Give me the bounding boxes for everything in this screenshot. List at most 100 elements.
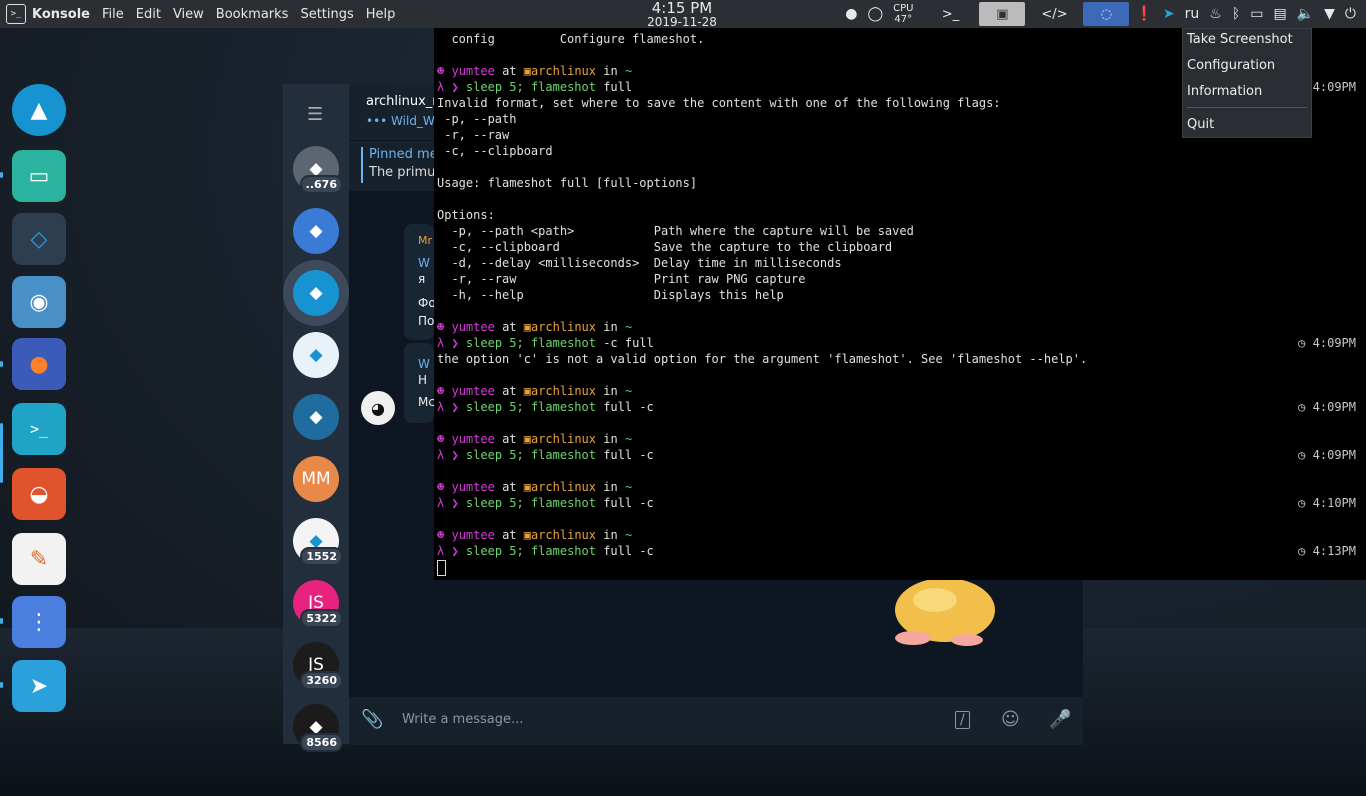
menu-information[interactable]: Information [1187, 84, 1262, 99]
cpu-monitor[interactable]: CPU 47° [893, 3, 913, 25]
prompt-host: archlinux [530, 64, 597, 78]
user-icon: ☻ [437, 320, 445, 334]
chat-list-item[interactable]: ◆ 1552 [293, 518, 343, 566]
command-time-value: 4:09PM [1312, 400, 1356, 414]
cmd-sleep: sleep 5; [465, 80, 531, 94]
prompt-user: yumtee [451, 384, 495, 398]
cmd-sleep: sleep 5; [465, 496, 531, 510]
clock[interactable]: 4:15 PM 2019-11-28 [620, 0, 744, 28]
message-input[interactable]: Write a message... [402, 712, 523, 727]
power-icon[interactable]: ⏻ [1345, 6, 1356, 22]
archive-icon[interactable]: ⋮ [12, 596, 66, 648]
cmd-flameshot: flameshot [530, 400, 596, 414]
menu-edit[interactable]: Edit [136, 7, 161, 22]
keyboard-layout[interactable]: ru [1185, 6, 1200, 22]
chat-list-item[interactable]: JS 3260 [293, 642, 343, 690]
terminal-cursor [437, 560, 446, 576]
notification-icon[interactable]: ❗ [1135, 6, 1152, 22]
prompt-dir: ~ [624, 320, 633, 334]
droplet-icon[interactable]: ● [845, 6, 857, 22]
chat-list-item[interactable]: ◆ [293, 332, 339, 378]
chat-list-item[interactable]: ◆ 8566 [293, 704, 343, 752]
user-icon: ☻ [437, 432, 445, 446]
bot-commands-icon[interactable]: / [955, 711, 970, 729]
firefox-icon[interactable]: ● [12, 338, 66, 390]
chat-list-item[interactable]: ◆ [293, 270, 339, 316]
task-code[interactable]: </> [1031, 2, 1077, 26]
prompt-in: in [603, 384, 618, 398]
chat-avatar-icon: ◆ [309, 345, 323, 365]
menu-bookmarks[interactable]: Bookmarks [216, 7, 289, 22]
menu-configuration[interactable]: Configuration [1187, 58, 1275, 73]
vscode-icon[interactable]: ◇ [12, 213, 66, 265]
shell-prompt: ☻ yumtee at ▣archlinux in ~ [437, 527, 632, 543]
output-line: Options: [437, 208, 495, 222]
shell-command: λ ❯ sleep 5; flameshot full -c [437, 399, 654, 415]
telegram-icon[interactable]: ➤ [12, 660, 66, 712]
terminal-icon[interactable]: >_ [12, 403, 66, 455]
chevron-down-icon[interactable]: ▼ [1324, 6, 1335, 22]
emoji-icon[interactable]: ☺ [1001, 709, 1020, 730]
arch-linux-icon[interactable]: ▲ [12, 84, 66, 136]
message-reply: W [418, 256, 430, 270]
chat-list-item[interactable]: ◆ ..676 [293, 146, 343, 194]
display-icon[interactable]: ▭ [1250, 6, 1263, 22]
lambda-prompt: λ ❯ [437, 400, 459, 414]
cmd-sleep: sleep 5; [465, 544, 531, 558]
attach-icon[interactable]: 📎 [361, 709, 383, 730]
menu-quit[interactable]: Quit [1187, 117, 1214, 132]
menu-help[interactable]: Help [366, 7, 396, 22]
telegram-tray-icon[interactable]: ➤ [1163, 6, 1175, 22]
shell-prompt: ☻ yumtee at ▣archlinux in ~ [437, 383, 632, 399]
telegram-alt-icon[interactable]: ◒ [12, 468, 66, 520]
prompt-dir: ~ [624, 64, 633, 78]
chat-list-item[interactable]: JS 5322 [293, 580, 343, 628]
cmd-sleep: sleep 5; [465, 336, 531, 350]
menu-settings[interactable]: Settings [300, 7, 353, 22]
circle-indicator-icon[interactable]: ◯ [867, 6, 883, 22]
message-reply: W [418, 357, 430, 371]
menu-file[interactable]: File [102, 7, 124, 22]
bluetooth-icon[interactable]: ᛒ [1232, 6, 1240, 22]
code-icon: </> [1041, 6, 1068, 22]
user-icon: ☻ [437, 528, 445, 542]
prompt-host: archlinux [530, 480, 597, 494]
cmd-sleep: sleep 5; [465, 400, 531, 414]
volume-icon[interactable]: 🔈 [1297, 6, 1314, 22]
chat-list-item[interactable]: ◆ [293, 208, 339, 254]
chromium-icon[interactable]: ◉ [12, 276, 66, 328]
laptop-icon: ▣ [523, 320, 531, 334]
chat-title[interactable]: archlinux_r [366, 94, 438, 109]
task-flameshot[interactable]: ▣ [979, 2, 1026, 26]
cpu-temp: 47° [894, 14, 913, 25]
output-line: -p, --path <path> Path where the capture… [437, 224, 914, 238]
cmd-flameshot: flameshot [530, 448, 596, 462]
menu-separator [1187, 107, 1307, 108]
microphone-icon[interactable]: 🎤 [1049, 709, 1071, 730]
clipboard-icon[interactable]: ▤ [1273, 6, 1286, 22]
message-text: Н [418, 373, 428, 387]
task-konsole[interactable]: >_ [927, 2, 973, 26]
file-manager-icon[interactable]: ▭ [12, 150, 66, 202]
flameshot-tray-icon[interactable]: ♨ [1209, 6, 1222, 22]
cmd-flameshot: flameshot [530, 544, 596, 558]
dock-indicator [0, 172, 3, 178]
cmd-args: full -c [595, 544, 654, 558]
chat-avatar-icon: ◆ [309, 407, 323, 427]
chat-status: ••• Wild_W [366, 114, 435, 128]
terminal-prompt-icon: >_ [941, 6, 960, 22]
chat-list-item[interactable]: MM [293, 456, 339, 502]
chat-avatar-icon: ◆ [309, 283, 323, 303]
hamburger-menu-icon[interactable]: ☰ [307, 104, 325, 125]
task-telegram[interactable]: ◌ [1083, 2, 1130, 26]
prompt-user: yumtee [451, 64, 495, 78]
message-bubble[interactable]: Mr W я Фо По [404, 224, 436, 340]
message-bubble[interactable]: W Н Мс [404, 343, 435, 423]
sender-avatar[interactable]: ◕ [361, 391, 395, 425]
cmd-sleep: sleep 5; [465, 448, 531, 462]
text-editor-icon[interactable]: ✎ [12, 533, 66, 585]
menu-view[interactable]: View [173, 7, 204, 22]
chat-list-item[interactable]: ◆ [293, 394, 339, 440]
cmd-args: full -c [595, 448, 654, 462]
menu-take-screenshot[interactable]: Take Screenshot [1187, 32, 1293, 47]
